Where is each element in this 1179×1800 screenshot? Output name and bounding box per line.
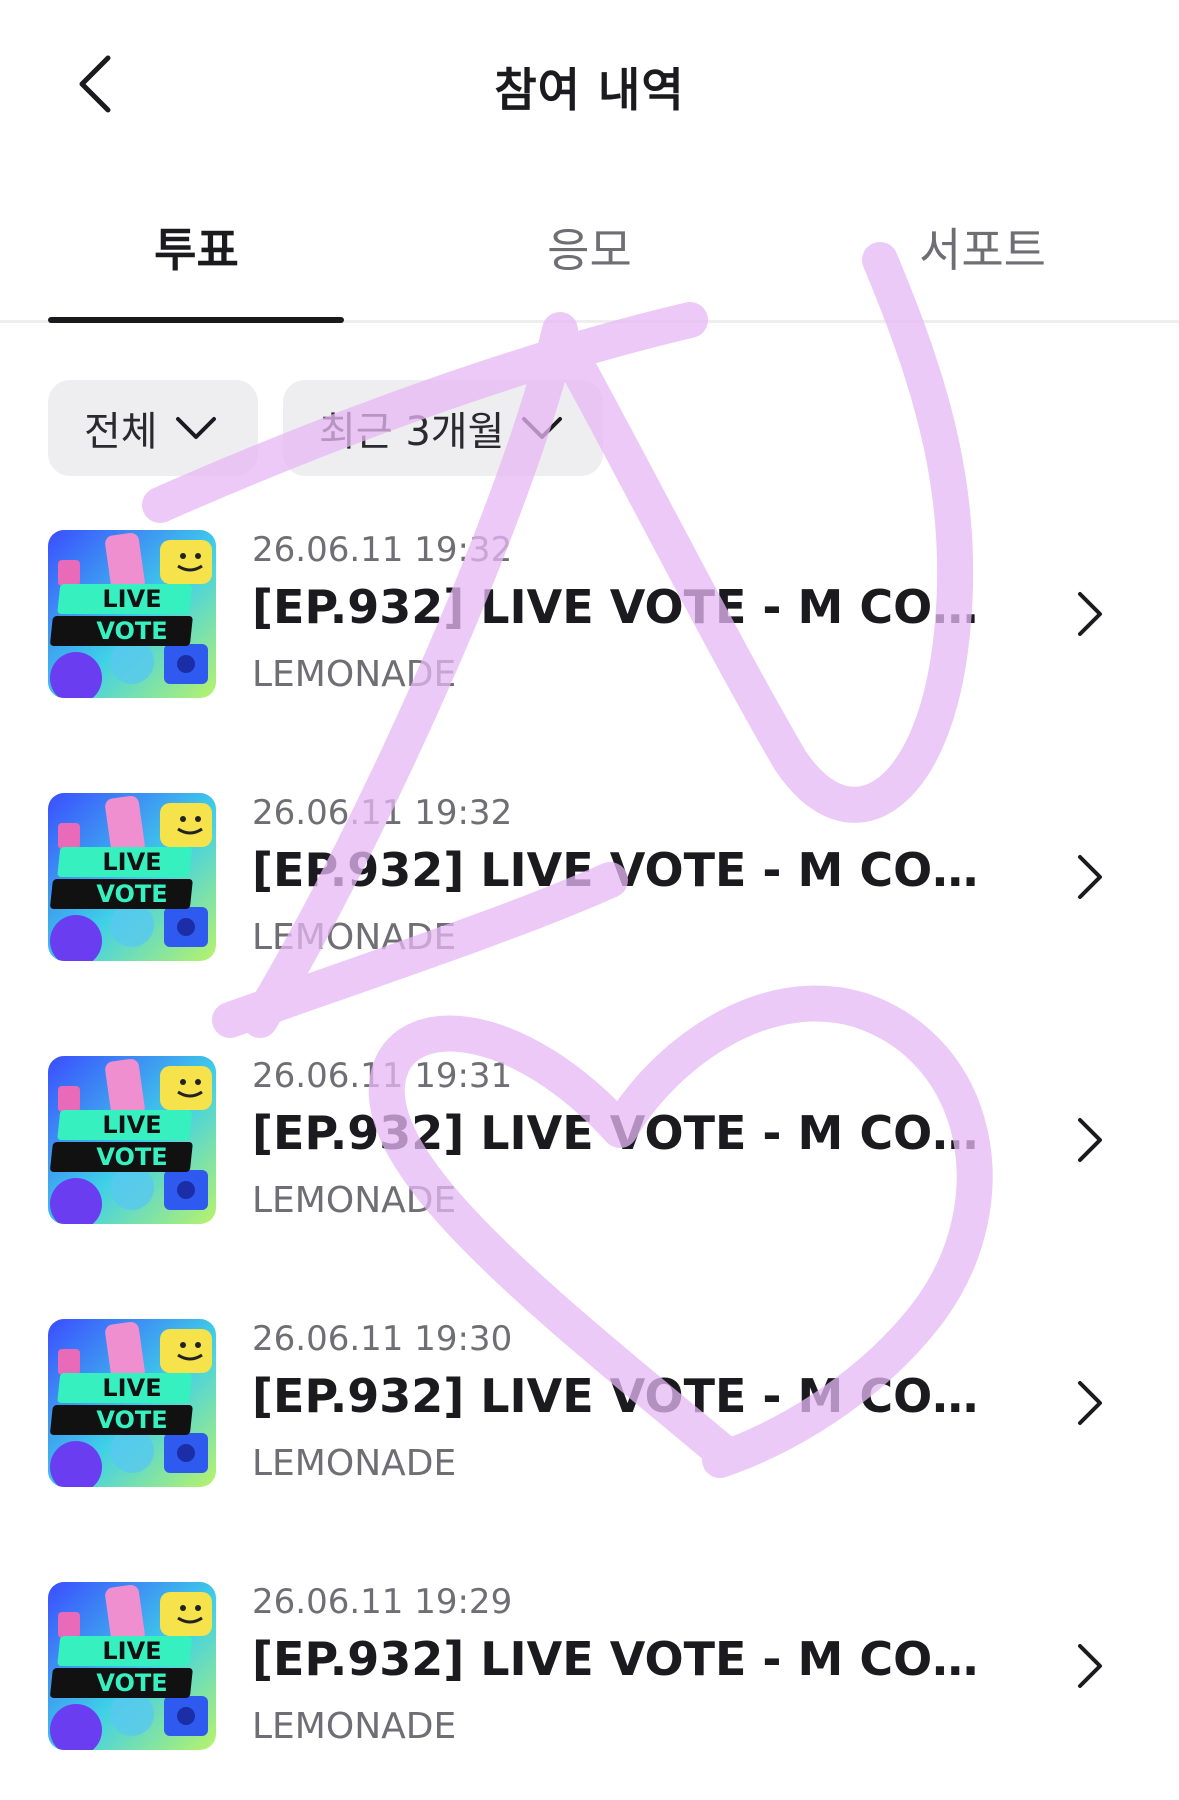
live-vote-thumbnail: LIVE VOTE <box>48 1056 216 1224</box>
item-artist: LEMONADE <box>252 654 457 695</box>
item-artist: LEMONADE <box>252 1443 457 1484</box>
live-vote-thumbnail: LIVE VOTE <box>48 793 216 961</box>
active-tab-indicator <box>48 317 344 323</box>
chevron-down-icon <box>175 417 216 439</box>
item-artist: LEMONADE <box>252 917 457 958</box>
item-artist: LEMONADE <box>252 1180 457 1221</box>
thumbnail-line1-text: LIVE <box>102 585 161 613</box>
item-date: 26.06.11 19:29 <box>252 1582 513 1622</box>
category-filter-dropdown[interactable]: 전체 <box>48 380 258 476</box>
tab-vote[interactable]: 투표 <box>0 214 393 280</box>
thumbnail-line2-text: VOTE <box>96 617 167 645</box>
thumbnail-line2-text: VOTE <box>96 1143 167 1171</box>
thumbnail-line2-text: VOTE <box>96 1406 167 1434</box>
thumbnail-line1-text: LIVE <box>102 1637 161 1665</box>
item-date: 26.06.11 19:30 <box>252 1319 513 1359</box>
thumbnail-line2-text: VOTE <box>96 880 167 908</box>
app-header: 참여 내역 <box>0 0 1179 170</box>
item-title: [EP.932] LIVE VOTE - M COUNTDOWN <box>252 1632 1002 1686</box>
thumbnail-line2-text: VOTE <box>96 1669 167 1697</box>
tab-bar: 투표 응모 서포트 <box>0 200 1179 323</box>
live-vote-thumbnail: LIVE VOTE <box>48 530 216 698</box>
item-title: [EP.932] LIVE VOTE - M COUNTDOWN <box>252 1106 1002 1160</box>
tab-support[interactable]: 서포트 <box>786 214 1179 280</box>
tab-entry[interactable]: 응모 <box>393 214 786 280</box>
chevron-right-icon[interactable] <box>1070 1116 1110 1164</box>
chevron-right-icon[interactable] <box>1070 1379 1110 1427</box>
list-item[interactable]: LIVE VOTE 26.06.11 19:29 [EP.932] LIVE VOTE… <box>0 1582 1179 1782</box>
period-filter-dropdown[interactable]: 최근 3개월 <box>283 380 603 476</box>
item-title: [EP.932] LIVE VOTE - M COUNTDOWN <box>252 1369 1002 1423</box>
thumbnail-line1-text: LIVE <box>102 848 161 876</box>
item-date: 26.06.11 19:31 <box>252 1056 513 1096</box>
live-vote-thumbnail: LIVE VOTE <box>48 1319 216 1487</box>
list-item[interactable]: LIVE VOTE 26.06.11 19:31 [EP.932] LIVE VOTE… <box>0 1056 1179 1256</box>
item-artist: LEMONADE <box>252 1706 457 1747</box>
page-title: 참여 내역 <box>494 63 685 117</box>
chevron-right-icon[interactable] <box>1070 590 1110 638</box>
item-title: [EP.932] LIVE VOTE - M COUNTDOWN <box>252 580 1002 634</box>
item-date: 26.06.11 19:32 <box>252 530 513 570</box>
list-item[interactable]: LIVE VOTE 26.06.11 19:30 [EP.932] LIVE VOTE… <box>0 1319 1179 1519</box>
list-item[interactable]: LIVE VOTE 26.06.11 19:32 [EP.932] LIVE VOTE… <box>0 530 1179 730</box>
thumbnail-line1-text: LIVE <box>102 1111 161 1139</box>
item-title: [EP.932] LIVE VOTE - M COUNTDOWN <box>252 843 1002 897</box>
chevron-down-icon <box>522 417 563 439</box>
item-date: 26.06.11 19:32 <box>252 793 513 833</box>
period-filter-label: 최근 3개월 <box>319 409 505 455</box>
category-filter-label: 전체 <box>84 409 158 455</box>
chevron-right-icon[interactable] <box>1070 853 1110 901</box>
list-item[interactable]: LIVE VOTE 26.06.11 19:32 [EP.932] LIVE VOTE… <box>0 793 1179 993</box>
thumbnail-line1-text: LIVE <box>102 1374 161 1402</box>
chevron-right-icon[interactable] <box>1070 1642 1110 1690</box>
live-vote-thumbnail: LIVE VOTE <box>48 1582 216 1750</box>
